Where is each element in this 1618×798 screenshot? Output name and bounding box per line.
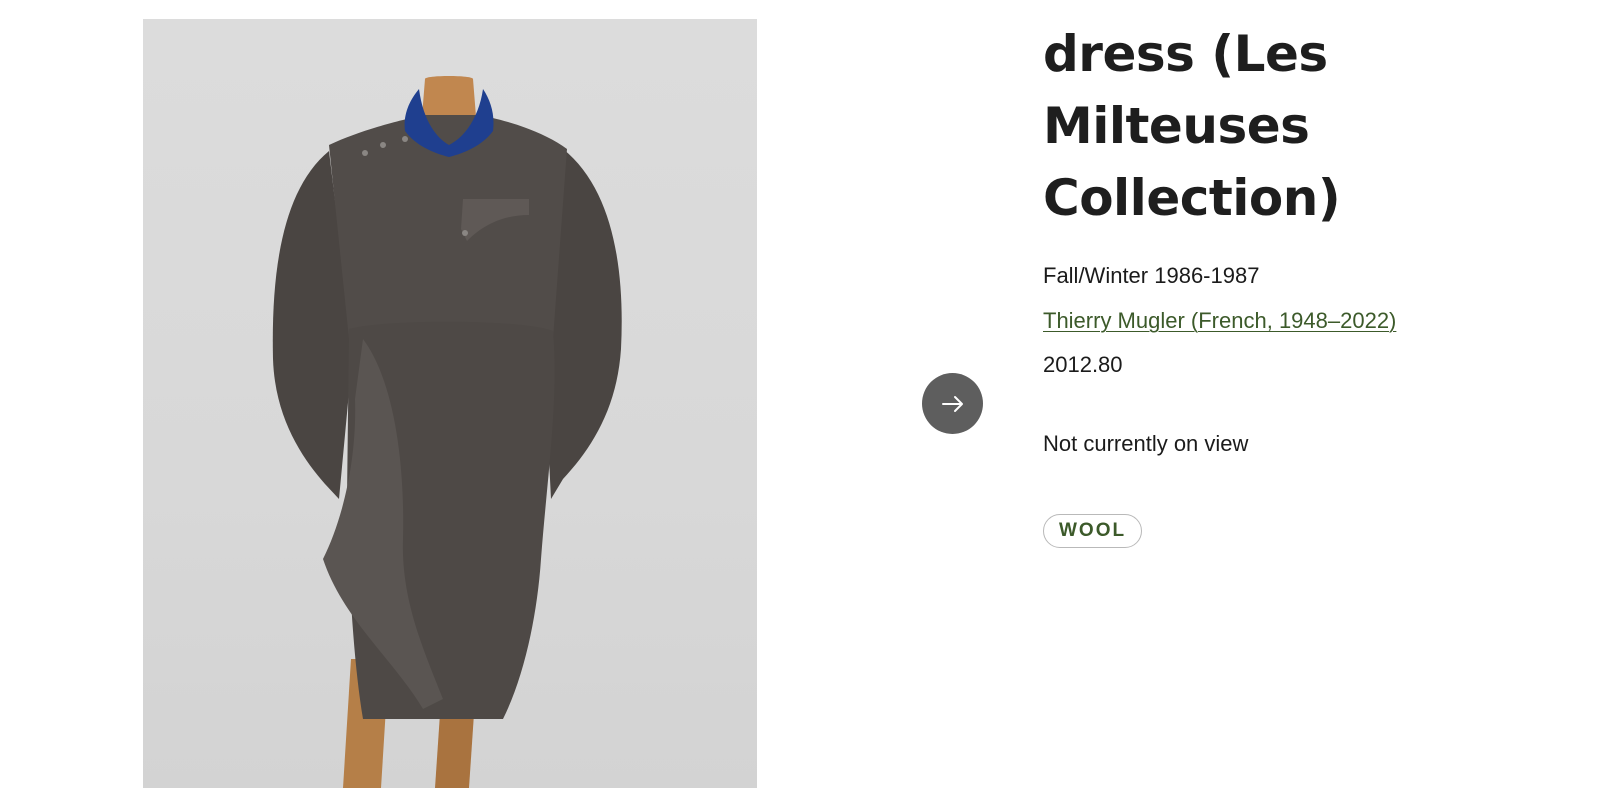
artwork-date: Fall/Winter 1986-1987 [1043, 263, 1260, 288]
on-view-status: Not currently on view [1043, 431, 1249, 456]
artwork-title: dress (Les Milteuses Collection) [1043, 25, 1341, 227]
accession-number: 2012.80 [1043, 352, 1123, 377]
arrow-right-icon [941, 395, 963, 412]
material-tag-wool[interactable]: WOOL [1043, 514, 1143, 548]
artist-link[interactable]: Thierry Mugler (French, 1948–2022) [1043, 307, 1396, 335]
next-image-button[interactable] [922, 373, 983, 434]
dress-illustration [272, 76, 622, 788]
artwork-details: dress (Les Milteuses Collection) Fall/Wi… [1043, 18, 1603, 548]
artwork-image[interactable] [143, 19, 757, 788]
